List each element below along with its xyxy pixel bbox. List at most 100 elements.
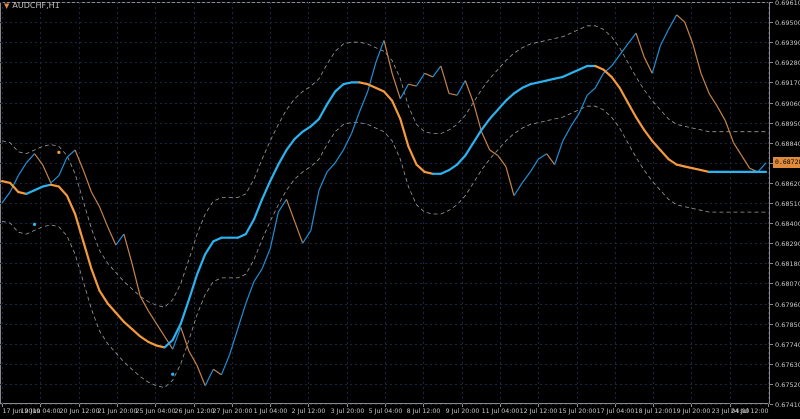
x-tick-label: 3 Jul 20:00	[331, 408, 365, 415]
price-segment	[326, 162, 336, 173]
ma-segment	[139, 335, 150, 343]
y-tick-label: 0.68840	[775, 140, 800, 148]
x-tick-label: 19 Jun 04:00	[20, 408, 60, 415]
price-segment	[399, 83, 409, 100]
ma-segment	[504, 92, 516, 102]
ma-segment	[277, 148, 288, 166]
ma-segment	[675, 163, 686, 168]
symbol-label[interactable]: ▼ AUDCHF,H1	[4, 1, 60, 10]
price-segment	[424, 72, 434, 78]
ma-segment	[98, 289, 109, 305]
price-segment	[180, 327, 190, 352]
price-segment	[220, 354, 231, 376]
price-segment	[302, 230, 312, 244]
price-segment	[131, 263, 141, 297]
x-tick-label: 11 Jul 04:00	[482, 408, 520, 415]
price-segment	[17, 162, 27, 176]
price-segment	[261, 248, 271, 270]
ma-segment	[683, 165, 695, 170]
ma-segment	[196, 253, 207, 276]
price-segment	[635, 32, 645, 57]
price-segment	[757, 162, 767, 173]
ma-segment	[699, 169, 711, 173]
ma-segment	[634, 115, 646, 131]
price-segment	[115, 233, 125, 246]
ma-segment	[496, 99, 507, 111]
ma-segment	[691, 167, 703, 172]
ma-segment	[423, 170, 434, 175]
y-tick-label: 0.68510	[775, 200, 800, 208]
ma-segment	[382, 90, 394, 102]
price-segment	[440, 65, 450, 94]
price-segment	[415, 72, 426, 87]
x-tick-label: 27 Jun 20:00	[212, 408, 252, 415]
signal-dot	[57, 150, 61, 154]
y-tick-label: 0.67740	[775, 341, 800, 349]
x-tick-label: 25 Jun 04:00	[135, 408, 175, 415]
ma-segment	[342, 81, 353, 86]
price-segment	[334, 149, 344, 164]
price-axis[interactable]: 0.69610 0.69500 0.69390 0.69280 0.69170 0.690…	[770, 0, 800, 409]
x-tick-label: 19 Jul 20:00	[673, 408, 711, 415]
band-upper	[1, 25, 766, 308]
ma-segment	[25, 189, 36, 195]
price-segment	[643, 56, 653, 74]
price-segment	[155, 323, 166, 337]
ma-segment	[269, 163, 280, 183]
ma-segment	[301, 125, 312, 133]
price-segment	[505, 166, 515, 196]
price-segment	[513, 182, 523, 197]
ma-segment	[553, 75, 564, 80]
price-segment	[204, 369, 214, 386]
y-tick-label: 0.67520	[775, 381, 800, 389]
chart-area[interactable]: 0.69610 0.69500 0.69390 0.69280 0.69170 0.690…	[0, 0, 800, 415]
ma-segment	[326, 90, 337, 106]
price-segment	[188, 350, 198, 366]
price-series	[1, 14, 767, 386]
price-segment	[237, 303, 247, 330]
time-axis[interactable]: 17 Jun 201919 Jun 04:0020 Jun 12:0021 Ju…	[2, 404, 769, 415]
price-segment	[741, 155, 751, 169]
ma-segment	[545, 77, 556, 82]
price-segment	[42, 164, 52, 184]
envelope-bands	[1, 25, 766, 389]
y-tick-label: 0.68400	[775, 220, 800, 228]
price-segment	[497, 155, 507, 167]
price-segment	[611, 54, 621, 67]
price-segment	[294, 221, 304, 244]
x-tick-label: 9 Jul 20:00	[446, 408, 480, 415]
ma-segment	[187, 273, 199, 301]
ma-segment	[65, 194, 77, 216]
ma-segment	[155, 344, 166, 349]
ma-segment	[33, 185, 44, 192]
y-tick-label: 0.68070	[775, 280, 800, 288]
x-tick-label: 18 Jul 12:00	[635, 408, 673, 415]
x-tick-label: 8 Jul 12:00	[407, 408, 441, 415]
ma-segment	[90, 267, 101, 292]
ma-segment	[236, 233, 247, 239]
price-segment	[350, 111, 361, 134]
price-segment	[310, 190, 320, 231]
price-segment	[448, 92, 458, 96]
price-segment	[692, 43, 702, 74]
dropdown-triangle-icon[interactable]: ▼	[4, 2, 9, 10]
price-chart[interactable]: 0.69610 0.69500 0.69390 0.69280 0.69170 0.690…	[0, 0, 800, 415]
x-tick-label: 1 Jul 04:00	[254, 408, 288, 415]
current-price-tag: 0.68728	[773, 157, 800, 169]
price-segment	[212, 368, 222, 376]
x-tick-label: 5 Jul 04:00	[369, 408, 403, 415]
signal-dot	[32, 222, 37, 226]
ma-segment	[334, 83, 345, 93]
y-tick-label: 0.68180	[775, 260, 800, 268]
ma-segment	[626, 101, 638, 119]
x-tick-label: 2 Jul 12:00	[292, 408, 326, 415]
ma-segment	[512, 86, 524, 95]
y-tick-label: 0.67410	[775, 401, 800, 409]
y-tick-label: 0.69500	[775, 19, 800, 27]
price-segment	[529, 158, 539, 173]
ma-segment	[317, 103, 329, 121]
y-tick-label: 0.69060	[775, 100, 800, 108]
ma-segment	[602, 68, 613, 79]
ma-segment	[488, 108, 499, 121]
symbol-text: AUDCHF,H1	[12, 1, 60, 10]
